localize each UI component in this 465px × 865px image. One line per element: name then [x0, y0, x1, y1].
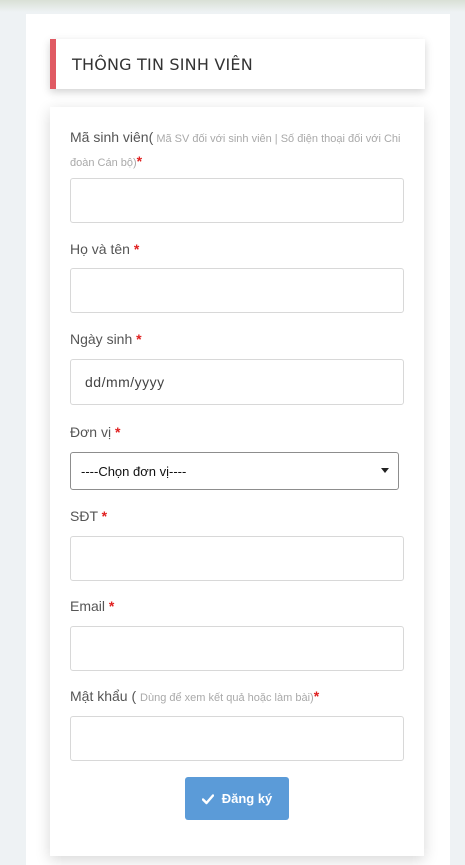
birth-date-placeholder: dd/mm/yyyy	[85, 374, 165, 390]
email-label-text: Email	[70, 598, 109, 614]
required-mark: *	[108, 598, 115, 614]
password-label-text: Mật khẩu (	[70, 688, 141, 704]
register-button-label: Đăng ký	[221, 791, 273, 806]
full-name-input[interactable]	[70, 268, 404, 313]
unit-select[interactable]: ----Chọn đơn vị----	[70, 452, 399, 490]
unit-label-text: Đơn vị	[70, 424, 115, 440]
unit-label: Đơn vị *	[70, 421, 120, 443]
check-icon	[201, 793, 214, 804]
password-input[interactable]	[70, 716, 404, 761]
chevron-down-icon	[381, 468, 389, 473]
phone-label: SĐT *	[70, 505, 107, 527]
register-button[interactable]: Đăng ký	[185, 777, 289, 820]
birth-date-label: Ngày sinh *	[70, 328, 142, 350]
student-id-label-text: Mã sinh viên(	[70, 129, 154, 145]
top-shadow	[0, 0, 465, 12]
password-hint: Dùng để xem kết quả hoặc làm bài)	[140, 692, 314, 704]
full-name-label: Họ và tên *	[70, 238, 139, 260]
required-mark: *	[133, 241, 140, 257]
student-id-input[interactable]	[70, 178, 404, 223]
birth-date-label-text: Ngày sinh	[70, 331, 137, 347]
required-mark: *	[101, 508, 108, 524]
required-mark: *	[313, 688, 320, 704]
student-id-label: Mã sinh viên( Mã SV đối với sinh viên | …	[70, 126, 406, 174]
required-mark: *	[114, 424, 121, 440]
password-label: Mật khẩu ( Dùng để xem kết quả hoặc làm …	[70, 685, 319, 709]
email-input[interactable]	[70, 626, 404, 671]
required-mark: *	[136, 153, 143, 169]
phone-input[interactable]	[70, 536, 404, 581]
section-title: THÔNG TIN SINH VIÊN	[72, 54, 253, 74]
phone-label-text: SĐT	[70, 508, 102, 524]
full-name-label-text: Họ và tên	[70, 241, 134, 257]
section-header: THÔNG TIN SINH VIÊN	[50, 39, 425, 89]
birth-date-input[interactable]: dd/mm/yyyy	[70, 359, 404, 405]
unit-selected-value: ----Chọn đơn vị----	[81, 463, 187, 479]
required-mark: *	[136, 331, 142, 347]
email-label: Email *	[70, 595, 114, 617]
